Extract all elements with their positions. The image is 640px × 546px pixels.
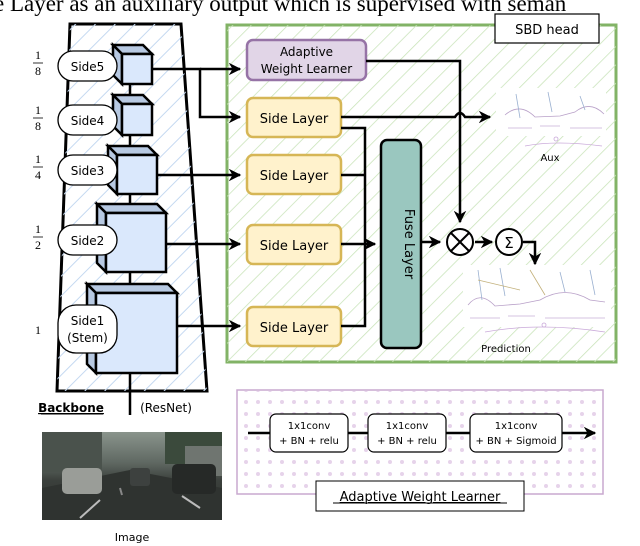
- side5-label-pill: Side5: [57, 50, 118, 82]
- svg-text:Weight Learner: Weight Learner: [261, 62, 353, 76]
- side-layer-2[interactable]: Side Layer: [245, 153, 343, 196]
- svg-text:8: 8: [35, 119, 41, 133]
- prediction-label: Prediction: [481, 344, 531, 355]
- side1-label: Side1: [71, 314, 105, 328]
- side2-label-pill: Side2: [57, 224, 118, 256]
- side3-label-pill: Side3: [57, 154, 118, 186]
- awl-detail-title-box: Adaptive Weight Learner: [315, 480, 525, 512]
- svg-text:Σ: Σ: [504, 234, 513, 252]
- svg-text:Side Layer: Side Layer: [260, 169, 329, 184]
- side2-label: Side2: [71, 234, 105, 248]
- scale-side5: 1 8: [33, 48, 43, 78]
- svg-text:1: 1: [35, 222, 41, 236]
- svg-text:Side Layer: Side Layer: [260, 112, 329, 127]
- input-image: [42, 432, 222, 520]
- svg-text:1x1conv: 1x1conv: [495, 421, 538, 432]
- side-layer-4[interactable]: Side Layer: [245, 305, 343, 348]
- side5-label: Side5: [71, 60, 105, 74]
- scale-side3: 1 4: [33, 152, 43, 182]
- svg-text:1: 1: [35, 48, 41, 62]
- sbd-head-title: SBD head: [515, 23, 579, 38]
- svg-text:+ BN + relu: + BN + relu: [279, 436, 339, 447]
- aux-label: Aux: [540, 153, 559, 164]
- stage4-cube: [109, 91, 156, 139]
- svg-text:1x1conv: 1x1conv: [288, 421, 331, 432]
- backbone-title: Backbone: [38, 401, 104, 415]
- svg-text:Fuse Layer: Fuse Layer: [401, 209, 416, 280]
- svg-text:Adaptive: Adaptive: [280, 45, 333, 59]
- scale-side4: 1 8: [33, 103, 43, 133]
- svg-text:1: 1: [35, 103, 41, 117]
- fuse-layer-block[interactable]: Fuse Layer: [379, 138, 423, 350]
- backbone-subtitle: (ResNet): [140, 401, 192, 415]
- adaptive-weight-learner-block[interactable]: Adaptive Weight Learner: [245, 38, 368, 82]
- svg-text:+ BN + Sigmoid: + BN + Sigmoid: [475, 436, 556, 447]
- stage5-cube: [109, 41, 156, 88]
- side-layer-1[interactable]: Side Layer: [245, 96, 343, 139]
- svg-text:Side Layer: Side Layer: [260, 321, 329, 336]
- sum-node: Σ: [495, 228, 523, 256]
- awl-block-2: 1x1conv + BN + relu: [367, 413, 447, 453]
- svg-text:8: 8: [35, 64, 41, 78]
- scale-side2: 1 2: [33, 222, 43, 252]
- architecture-diagram: Side5 Side4 Side3 Side2 Side1 (Stem) 1 8…: [33, 13, 618, 544]
- side3-label: Side3: [71, 164, 105, 178]
- awl-block-3: 1x1conv + BN + Sigmoid: [469, 413, 563, 453]
- side1-label-pill: Side1 (Stem): [57, 304, 118, 354]
- svg-text:+ BN + relu: + BN + relu: [377, 436, 437, 447]
- svg-text:Side Layer: Side Layer: [260, 239, 329, 254]
- side4-label-pill: Side4: [57, 104, 118, 136]
- side4-label: Side4: [71, 114, 105, 128]
- svg-text:1x1conv: 1x1conv: [386, 421, 429, 432]
- awl-block-1: 1x1conv + BN + relu: [269, 413, 349, 453]
- image-label: Image: [115, 531, 150, 544]
- multiply-node: [446, 228, 474, 256]
- svg-text:4: 4: [35, 168, 41, 182]
- svg-text:2: 2: [35, 238, 41, 252]
- prediction-edge-map: [463, 265, 611, 333]
- side-layer-3[interactable]: Side Layer: [245, 223, 343, 266]
- scale-side1: 1: [35, 323, 41, 337]
- svg-text:1: 1: [35, 152, 41, 166]
- sbd-head-title-box: SBD head: [494, 13, 600, 44]
- stem-label: (Stem): [67, 331, 108, 345]
